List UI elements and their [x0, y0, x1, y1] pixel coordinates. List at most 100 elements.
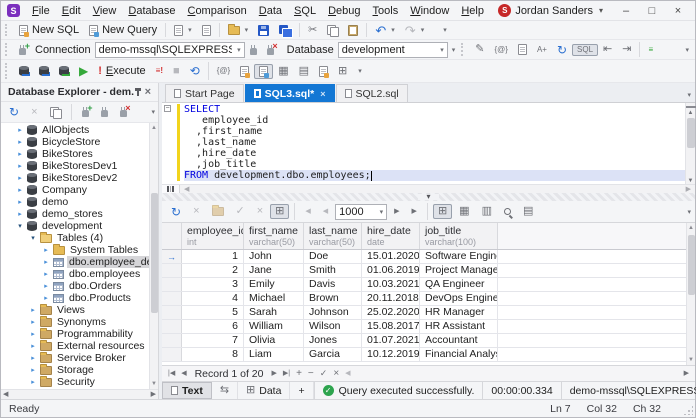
expander-icon[interactable]: ▸ — [29, 330, 37, 338]
menu-item-edit[interactable]: Edit — [56, 3, 87, 19]
expander-icon[interactable]: ▸ — [29, 342, 37, 350]
refresh-database-button[interactable] — [34, 64, 54, 78]
page-size-select[interactable]: 1000 ▾ — [335, 203, 388, 220]
expander-icon[interactable]: ▸ — [29, 306, 37, 314]
surround-button[interactable]: {@} — [489, 44, 512, 56]
toolbar-grip[interactable] — [5, 43, 10, 56]
edit-database-button[interactable] — [14, 64, 34, 78]
stop-button[interactable]: ■ — [168, 64, 185, 79]
tree-item-synonyms[interactable]: ▸ Synonyms — [1, 315, 149, 328]
prev-page-button[interactable]: ◀ — [318, 206, 333, 217]
code-line[interactable]: SELECT — [184, 104, 685, 115]
code-line[interactable]: ,first_name — [184, 126, 685, 137]
tree-item-allobjects[interactable]: ▸ AllObjects — [1, 124, 149, 136]
copy-button[interactable] — [322, 23, 343, 38]
disconnect-button[interactable] — [262, 41, 279, 57]
cancel-changes-button[interactable]: × — [252, 204, 268, 219]
tree-item-tables-4[interactable]: ▾ Tables (4) — [1, 231, 149, 244]
expander-icon[interactable]: ▾ — [16, 222, 24, 230]
sql-editor[interactable]: − SELECT employee_id ,first_name ,last_n… — [162, 102, 696, 184]
cell[interactable]: Garcia — [304, 348, 362, 361]
column-header-first-name[interactable]: first_name varchar(50) — [244, 223, 304, 249]
new-connection-button[interactable] — [14, 41, 31, 57]
increase-indent-button[interactable]: ⇥ — [617, 42, 636, 57]
expander-icon[interactable]: ▸ — [42, 294, 50, 302]
refresh-schema-button[interactable]: ↻ — [552, 42, 572, 58]
toolbar-overflow-button[interactable]: ▾ — [685, 46, 689, 54]
chevron-down-icon[interactable]: ▾ — [391, 26, 395, 34]
column-header-employee-id[interactable]: employee_id int — [182, 223, 244, 249]
scroll-up-icon[interactable]: ▲ — [688, 110, 694, 116]
delete-button[interactable]: × — [26, 105, 42, 120]
scroll-right-icon[interactable]: ▶ — [151, 391, 156, 398]
table-row[interactable]: →1JohnDoe15.01.2020Software Engineer — [162, 250, 686, 264]
apply-changes-button[interactable]: ✓ — [231, 204, 250, 219]
toolbar-overflow-button[interactable]: ▾ — [443, 26, 447, 34]
menu-item-data[interactable]: Data — [253, 3, 288, 19]
cell[interactable]: DevOps Engineer — [420, 292, 498, 305]
refresh-button[interactable]: ↻ — [4, 104, 24, 120]
close-button[interactable]: × — [665, 2, 691, 20]
current-row-arrow-icon[interactable]: → — [162, 250, 182, 263]
scroll-right-icon[interactable]: ▶ — [684, 370, 689, 377]
tab-text[interactable]: Text — [162, 382, 212, 399]
cancel-record-button[interactable]: × — [333, 368, 339, 379]
pop-out-button[interactable]: ⊞ — [333, 64, 352, 79]
visualize-button[interactable]: ▤ — [294, 64, 314, 79]
table-row[interactable]: 3 Emily Davis 10.03.2021 QA Engineer — [162, 278, 686, 292]
execute-button[interactable]: ! Execute — [93, 63, 150, 79]
swap-views-button[interactable]: ⇆ — [212, 382, 239, 399]
toolbar-grip[interactable] — [5, 24, 10, 36]
expander-icon[interactable]: ▸ — [29, 378, 37, 386]
row-header[interactable] — [162, 348, 182, 361]
row-header[interactable] — [162, 320, 182, 333]
tree-item-development[interactable]: ▾ development — [1, 220, 149, 232]
toolbar-overflow-button[interactable]: ▾ — [358, 67, 362, 75]
cell[interactable]: Software Engineer — [420, 250, 498, 263]
toolbar-overflow-button[interactable]: ▾ — [687, 208, 691, 216]
code-line[interactable]: ,hire_date — [184, 148, 685, 159]
check-database-button[interactable] — [54, 64, 74, 78]
close-tab-icon[interactable]: × — [320, 89, 325, 99]
cell[interactable]: 25.02.2020 — [362, 306, 420, 319]
expander-icon[interactable]: ▸ — [16, 198, 24, 206]
cell[interactable]: Jane — [244, 264, 304, 277]
expander-icon[interactable]: ▸ — [42, 270, 50, 278]
cell[interactable]: Project Manager — [420, 264, 498, 277]
cell[interactable]: 7 — [182, 334, 244, 347]
tree-item-bicyclestore[interactable]: ▸ BicycleStore — [1, 136, 149, 148]
menu-item-file[interactable]: File — [26, 3, 56, 19]
new-snippet-button[interactable] — [314, 64, 333, 79]
row-header[interactable] — [162, 278, 182, 291]
column-visibility-button[interactable]: ▥ — [477, 204, 497, 219]
menu-item-tools[interactable]: Tools — [367, 3, 405, 19]
cell[interactable]: 10.03.2021 — [362, 278, 420, 291]
menu-item-database[interactable]: Database — [122, 3, 181, 19]
toolbar-overflow-button[interactable]: ▾ — [151, 108, 155, 116]
tab-start-page[interactable]: Start Page — [165, 84, 244, 102]
cell[interactable]: 3 — [182, 278, 244, 291]
row-header[interactable] — [162, 264, 182, 277]
refresh-results-button[interactable]: ↻ — [166, 204, 186, 220]
expander-icon[interactable]: ▸ — [42, 258, 50, 266]
tree-item-system-tables[interactable]: ▸ System Tables — [1, 243, 149, 256]
cell[interactable]: 5 — [182, 306, 244, 319]
cell[interactable]: Johnson — [304, 306, 362, 319]
export-data-button[interactable]: ▤ — [518, 204, 538, 219]
chevron-down-icon[interactable]: ▾ — [188, 26, 192, 34]
tree-item-bikestoresdev1[interactable]: ▸ BikeStoresDev1 — [1, 160, 149, 172]
code-line[interactable]: ,job_title — [184, 159, 685, 170]
expander-icon[interactable]: ▸ — [29, 318, 37, 326]
tree-item-demo-stores[interactable]: ▸ demo_stores — [1, 208, 149, 220]
code-line[interactable]: employee_id — [184, 115, 685, 126]
resize-grip[interactable] — [683, 405, 693, 415]
cell[interactable]: Davis — [304, 278, 362, 291]
tree-item-demo[interactable]: ▸ demo — [1, 196, 149, 208]
explorer-vscrollbar[interactable]: ▲ ▼ — [149, 123, 158, 389]
tab-list-button[interactable]: ▾ — [683, 88, 695, 102]
connect-button[interactable] — [96, 105, 113, 119]
scroll-left-icon[interactable]: ◀ — [3, 391, 8, 398]
cell[interactable]: Michael — [244, 292, 304, 305]
commit-button[interactable] — [207, 205, 229, 218]
cell[interactable]: 01.06.2019 — [362, 264, 420, 277]
